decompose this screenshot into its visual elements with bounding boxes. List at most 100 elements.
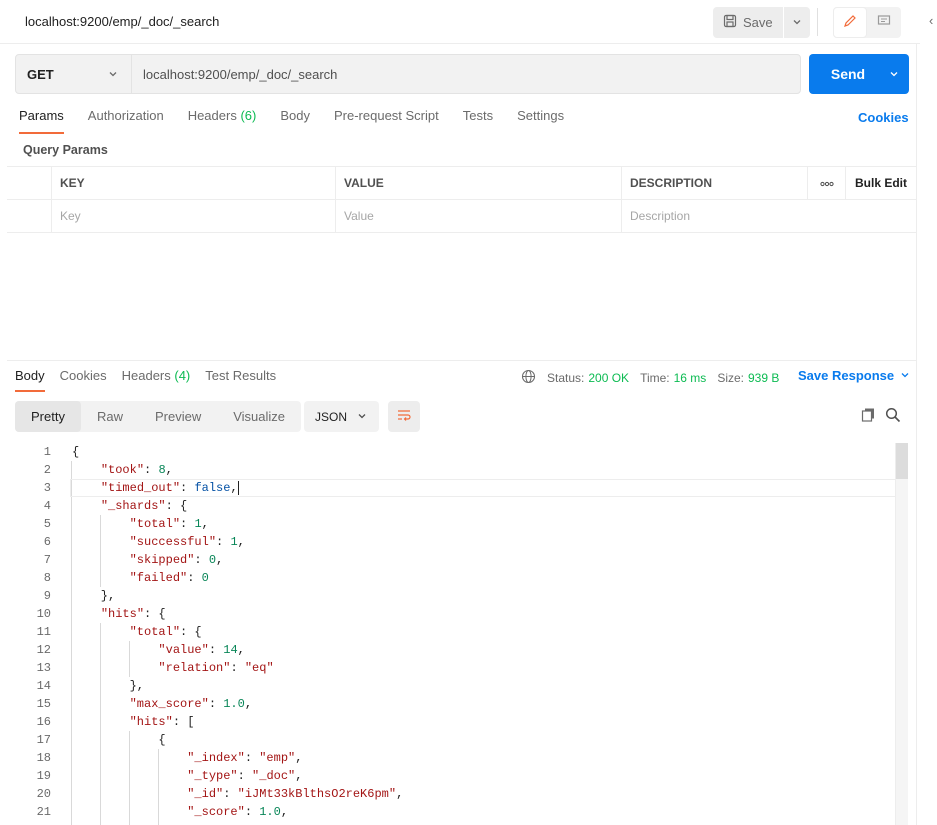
right-panel-border [916, 44, 917, 825]
pencil-icon [843, 14, 857, 31]
status-value[interactable]: 200 OK [588, 371, 629, 385]
code-line: 12 "value": 14, [0, 641, 895, 659]
response-tabs: Body Cookies Headers (4) Test Results [15, 368, 276, 396]
send-button[interactable]: Send [809, 54, 909, 94]
more-icon [819, 176, 834, 190]
response-body-editor[interactable]: 1{2 "took": 8, 3 "timed_out": false, 4 "_s… [0, 443, 895, 825]
line-content: "successful": 1, [129, 535, 245, 549]
tab-authorization[interactable]: Authorization [88, 108, 164, 134]
line-number: 21 [36, 805, 51, 819]
line-content: "hits": [ [129, 715, 195, 729]
line-content: "_index": "emp", [187, 751, 303, 765]
line-number: 20 [36, 787, 51, 801]
editor-scrollbar[interactable] [895, 443, 908, 825]
line-number: 16 [36, 715, 51, 729]
edit-button[interactable] [833, 7, 867, 38]
response-view-group: Pretty Raw Preview Visualize [15, 401, 302, 432]
status-label: Status: [547, 371, 585, 385]
line-number: 4 [43, 499, 51, 513]
params-empty-row: Key Value Description [7, 200, 916, 233]
save-options-button[interactable] [784, 7, 810, 38]
save-response-button[interactable]: Save Response [798, 368, 910, 383]
tab-label: Body [15, 368, 45, 383]
method-select[interactable]: GET [16, 55, 132, 93]
wrap-icon [396, 408, 412, 425]
code-line: 3 "timed_out": false, [0, 479, 895, 497]
params-header-row: KEY VALUE DESCRIPTION Bulk Edit [7, 167, 916, 200]
chevron-down-icon[interactable] [879, 54, 909, 94]
toolbar-divider [817, 8, 818, 36]
line-number: 12 [36, 643, 51, 657]
response-meta: Status: 200 OK Time: 16 ms Size: 939 B [521, 368, 779, 388]
code-line: 6 "successful": 1, [0, 533, 895, 551]
line-content: "_id": "iJMt33kBlthsO2reK6pm", [187, 787, 404, 801]
line-content: "_score": 1.0, [187, 805, 289, 819]
copy-icon[interactable] [861, 407, 876, 425]
line-content: "_type": "_doc", [187, 769, 303, 783]
method-label: GET [27, 66, 54, 82]
url-input[interactable] [132, 55, 800, 93]
tab-settings[interactable]: Settings [517, 108, 564, 134]
line-number: 3 [43, 481, 51, 495]
line-number: 6 [43, 535, 51, 549]
line-content: "total": 1, [129, 517, 209, 531]
tab-count: (6) [240, 108, 257, 123]
request-title[interactable]: localhost:9200/emp/_doc/_search [25, 14, 219, 29]
wrap-lines-button[interactable] [388, 401, 420, 432]
line-content: "skipped": 0, [129, 553, 224, 567]
format-select[interactable]: JSON [304, 401, 379, 432]
globe-icon[interactable] [521, 369, 536, 387]
chevron-down-icon [108, 67, 118, 82]
code-line: 8 "failed": 0 [0, 569, 895, 587]
bulk-edit-button[interactable]: Bulk Edit [846, 167, 916, 199]
response-tab-test-results[interactable]: Test Results [205, 368, 276, 392]
send-label: Send [830, 66, 866, 82]
search-icon[interactable] [885, 407, 901, 426]
line-content: }, [72, 589, 116, 603]
response-tab-cookies[interactable]: Cookies [60, 368, 107, 392]
scrollbar-thumb[interactable] [896, 443, 908, 479]
tab-pre-request-script[interactable]: Pre-request Script [334, 108, 439, 134]
key-input[interactable]: Key [52, 200, 336, 232]
code-line: 5 "total": 1, [0, 515, 895, 533]
view-raw[interactable]: Raw [81, 401, 139, 432]
more-options-button[interactable] [808, 167, 846, 199]
request-tabs: Params Authorization Headers (6) Body Pr… [19, 108, 564, 136]
line-number: 1 [43, 445, 51, 459]
tab-label: Test Results [205, 368, 277, 383]
comments-button[interactable] [867, 7, 901, 38]
tab-params[interactable]: Params [19, 108, 64, 134]
view-pretty[interactable]: Pretty [15, 401, 81, 432]
save-button[interactable]: Save [713, 7, 784, 38]
view-visualize[interactable]: Visualize [217, 401, 301, 432]
tab-body[interactable]: Body [280, 108, 310, 134]
url-bar: GET [15, 54, 801, 94]
save-label: Save [743, 15, 773, 30]
line-number: 19 [36, 769, 51, 783]
tab-headers[interactable]: Headers (6) [188, 108, 257, 134]
line-number: 7 [43, 553, 51, 567]
description-input[interactable]: Description [622, 200, 916, 232]
checkbox-column [7, 167, 52, 199]
cookies-link[interactable]: Cookies [858, 110, 909, 125]
code-line: 18 "_index": "emp", [0, 749, 895, 767]
code-line: 4 "_shards": { [0, 497, 895, 515]
format-label: JSON [315, 409, 348, 424]
response-tab-headers[interactable]: Headers (4) [122, 368, 191, 392]
view-preview[interactable]: Preview [139, 401, 217, 432]
line-content: "total": { [129, 625, 202, 639]
response-divider[interactable] [7, 360, 916, 361]
tab-label: Body [280, 108, 310, 123]
line-number: 17 [36, 733, 51, 747]
tab-tests[interactable]: Tests [463, 108, 493, 134]
collapse-icon[interactable]: ‹ [929, 13, 933, 28]
line-content: "max_score": 1.0, [129, 697, 253, 711]
value-input[interactable]: Value [336, 200, 622, 232]
save-response-label: Save Response [798, 368, 895, 383]
code-line: 1{ [0, 443, 895, 461]
code-line: 16 "hits": [ [0, 713, 895, 731]
response-tab-body[interactable]: Body [15, 368, 45, 392]
tab-count: (4) [174, 368, 191, 383]
time-value[interactable]: 16 ms [674, 371, 707, 385]
size-value[interactable]: 939 B [748, 371, 779, 385]
